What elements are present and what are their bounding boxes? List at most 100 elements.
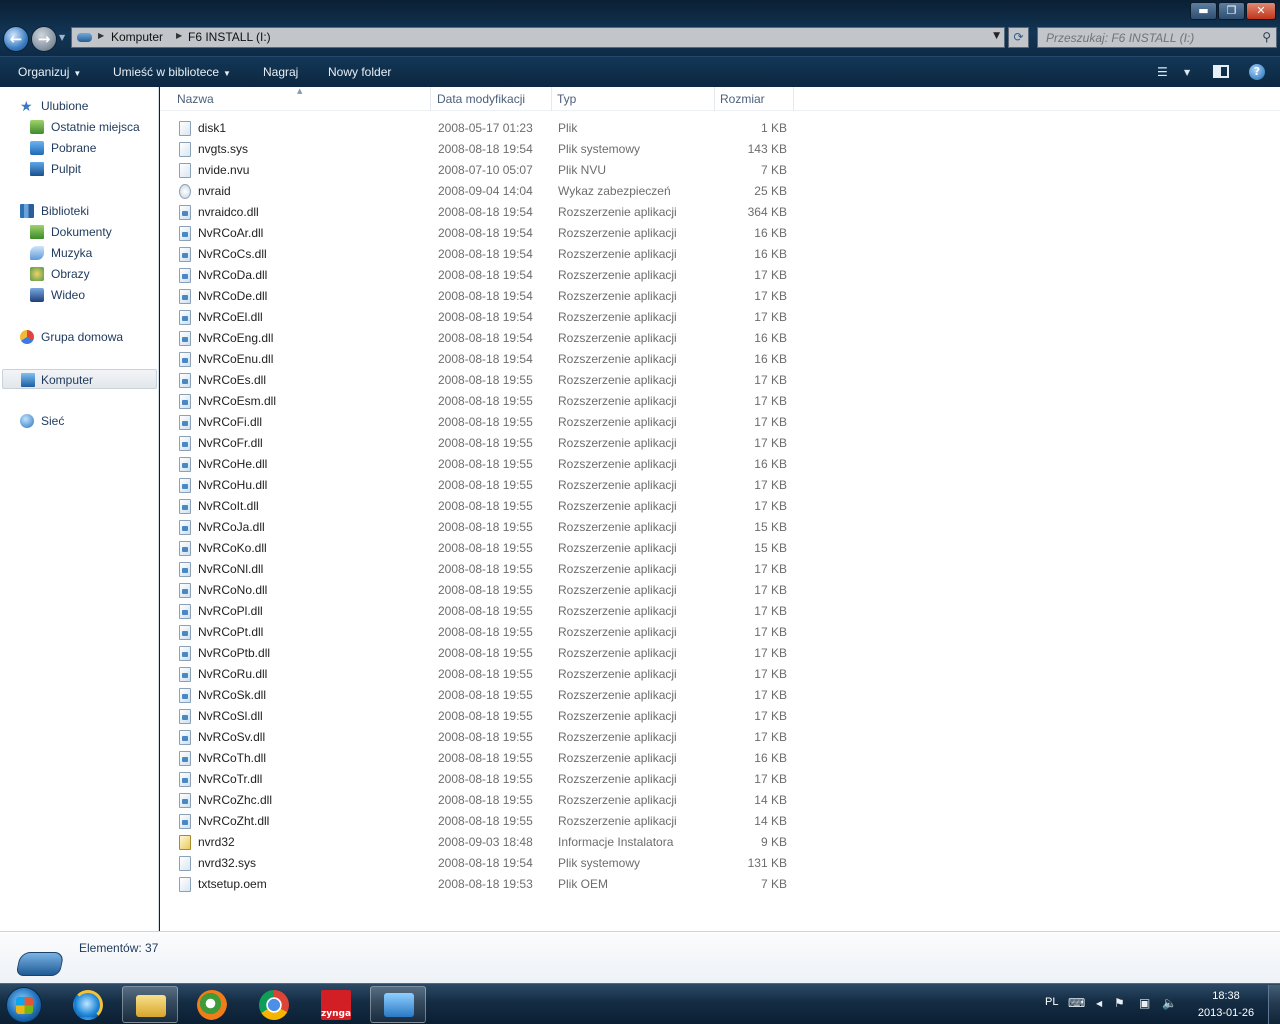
nav-network[interactable]: Sieć: [20, 411, 150, 431]
table-row[interactable]: NvRCoDe.dll 2008-08-18 19:54 Rozszerzenie …: [176, 286, 796, 307]
search-input[interactable]: [1038, 28, 1253, 47]
table-row[interactable]: NvRCoJa.dll 2008-08-18 19:55 Rozszerzenie …: [176, 517, 796, 538]
table-row[interactable]: NvRCoSl.dll 2008-08-18 19:55 Rozszerzenie …: [176, 706, 796, 727]
table-row[interactable]: NvRCoTr.dll 2008-08-18 19:55 Rozszerzenie …: [176, 769, 796, 790]
breadcrumb-computer[interactable]: Komputer: [111, 30, 163, 44]
recent-pages-dropdown-icon[interactable]: ▼: [59, 33, 65, 42]
table-row[interactable]: nvrd32.sys 2008-08-18 19:54 Plik systemowy…: [176, 853, 796, 874]
table-row[interactable]: NvRCoAr.dll 2008-08-18 19:54 Rozszerzenie …: [176, 223, 796, 244]
breadcrumb-separator-icon[interactable]: ▶: [176, 31, 182, 40]
nav-downloads[interactable]: Pobrane: [30, 138, 155, 158]
table-row[interactable]: NvRCoTh.dll 2008-08-18 19:55 Rozszerzenie …: [176, 748, 796, 769]
table-row[interactable]: NvRCoPtb.dll 2008-08-18 19:55 Rozszerzenie…: [176, 643, 796, 664]
table-row[interactable]: NvRCoNl.dll 2008-08-18 19:55 Rozszerzenie …: [176, 559, 796, 580]
language-indicator[interactable]: PL: [1045, 996, 1058, 1008]
column-header-type[interactable]: Typ: [552, 87, 715, 111]
nav-homegroup[interactable]: Grupa domowa: [20, 327, 150, 347]
maximize-button[interactable]: ❐: [1218, 2, 1245, 20]
nav-pictures[interactable]: Obrazy: [30, 264, 155, 284]
table-row[interactable]: NvRCoFr.dll 2008-08-18 19:55 Rozszerzenie …: [176, 433, 796, 454]
table-row[interactable]: NvRCoRu.dll 2008-08-18 19:55 Rozszerzenie …: [176, 664, 796, 685]
taskbar-zynga[interactable]: zynga: [308, 986, 364, 1023]
breadcrumb-drive[interactable]: F6 INSTALL (I:): [188, 30, 271, 44]
table-row[interactable]: NvRCoSk.dll 2008-08-18 19:55 Rozszerzenie …: [176, 685, 796, 706]
column-header-size[interactable]: Rozmiar: [715, 87, 794, 111]
dll-file-icon: [179, 247, 191, 262]
burn-button[interactable]: Nagraj: [263, 65, 298, 79]
table-row[interactable]: NvRCoKo.dll 2008-08-18 19:55 Rozszerzenie …: [176, 538, 796, 559]
refresh-button[interactable]: ⟳: [1008, 27, 1029, 48]
table-row[interactable]: NvRCoNo.dll 2008-08-18 19:55 Rozszerzenie …: [176, 580, 796, 601]
file-size: 25 KB: [754, 184, 787, 198]
clock-time[interactable]: 18:38: [1196, 990, 1256, 1002]
file-name: NvRCoTh.dll: [198, 751, 267, 765]
table-row[interactable]: NvRCoHe.dll 2008-08-18 19:55 Rozszerzenie …: [176, 454, 796, 475]
file-size: 16 KB: [754, 457, 787, 471]
organize-button[interactable]: Organizuj ▼: [18, 65, 81, 79]
taskbar-internet-explorer[interactable]: [60, 986, 116, 1023]
table-row[interactable]: NvRCoEnu.dll 2008-08-18 19:54 Rozszerzenie…: [176, 349, 796, 370]
file-type: Rozszerzenie aplikacji: [558, 436, 677, 450]
table-row[interactable]: nvraidco.dll 2008-08-18 19:54 Rozszerzenie…: [176, 202, 796, 223]
help-icon[interactable]: ?: [1249, 64, 1265, 80]
column-header-date[interactable]: Data modyfikacji: [432, 87, 552, 111]
nav-libraries[interactable]: Biblioteki: [20, 201, 150, 221]
table-row[interactable]: NvRCoSv.dll 2008-08-18 19:55 Rozszerzenie …: [176, 727, 796, 748]
table-row[interactable]: NvRCoEsm.dll 2008-08-18 19:55 Rozszerzenie…: [176, 391, 796, 412]
table-row[interactable]: txtsetup.oem 2008-08-18 19:53 Plik OEM 7 KB: [176, 874, 796, 895]
table-row[interactable]: disk1 2008-05-17 01:23 Plik 1 KB: [176, 118, 796, 139]
refresh-icon: ⟳: [1013, 30, 1024, 44]
nav-recent-places[interactable]: Ostatnie miejsca: [30, 117, 155, 137]
close-button[interactable]: ✕: [1246, 2, 1276, 20]
table-row[interactable]: nvide.nvu 2008-07-10 05:07 Plik NVU 7 KB: [176, 160, 796, 181]
action-center-flag-icon[interactable]: ⚑: [1114, 996, 1125, 1010]
table-row[interactable]: NvRCoFi.dll 2008-08-18 19:55 Rozszerzenie …: [176, 412, 796, 433]
minimize-button[interactable]: ▬: [1190, 2, 1217, 20]
taskbar-media-player[interactable]: [184, 986, 240, 1023]
search-box[interactable]: ⚲: [1037, 27, 1277, 48]
taskbar-control-panel[interactable]: [370, 986, 426, 1023]
address-bar[interactable]: ▶ Komputer ▶ F6 INSTALL (I:) ▼: [71, 27, 1005, 48]
chevron-down-icon[interactable]: ▼: [1184, 68, 1190, 77]
forward-button[interactable]: →: [31, 26, 57, 52]
volume-icon[interactable]: 🔈: [1162, 996, 1177, 1010]
table-row[interactable]: NvRCoIt.dll 2008-08-18 19:55 Rozszerzenie …: [176, 496, 796, 517]
search-icon[interactable]: ⚲: [1262, 30, 1271, 44]
nav-favorites[interactable]: ★ Ulubione: [20, 96, 150, 116]
back-button[interactable]: ←: [3, 26, 29, 52]
table-row[interactable]: nvrd32 2008-09-03 18:48 Informacje Instala…: [176, 832, 796, 853]
preview-pane-icon[interactable]: [1213, 65, 1229, 78]
table-row[interactable]: NvRCoPt.dll 2008-08-18 19:55 Rozszerzenie …: [176, 622, 796, 643]
add-to-library-button[interactable]: Umieść w bibliotece ▼: [113, 65, 231, 79]
taskbar-chrome[interactable]: [246, 986, 302, 1023]
network-status-icon[interactable]: ▣: [1139, 996, 1150, 1010]
new-folder-button[interactable]: Nowy folder: [328, 65, 391, 79]
table-row[interactable]: NvRCoZht.dll 2008-08-18 19:55 Rozszerzenie…: [176, 811, 796, 832]
table-row[interactable]: NvRCoEl.dll 2008-08-18 19:54 Rozszerzenie …: [176, 307, 796, 328]
table-row[interactable]: NvRCoCs.dll 2008-08-18 19:54 Rozszerzenie …: [176, 244, 796, 265]
table-row[interactable]: NvRCoEs.dll 2008-08-18 19:55 Rozszerzenie …: [176, 370, 796, 391]
taskbar-windows-explorer[interactable]: [122, 986, 178, 1023]
nav-documents[interactable]: Dokumenty: [30, 222, 155, 242]
show-desktop-button[interactable]: [1268, 985, 1280, 1024]
nav-computer[interactable]: Komputer: [2, 369, 157, 389]
clock-date[interactable]: 2013-01-26: [1190, 1007, 1262, 1019]
table-row[interactable]: NvRCoDa.dll 2008-08-18 19:54 Rozszerzenie …: [176, 265, 796, 286]
show-hidden-icons-icon[interactable]: ◀: [1096, 999, 1102, 1008]
details-pane: Elementów: 37: [0, 931, 1280, 983]
address-dropdown-icon[interactable]: ▼: [993, 31, 1000, 41]
view-options-icon[interactable]: ☰: [1157, 65, 1168, 79]
table-row[interactable]: NvRCoEng.dll 2008-08-18 19:54 Rozszerzenie…: [176, 328, 796, 349]
table-row[interactable]: NvRCoHu.dll 2008-08-18 19:55 Rozszerzenie …: [176, 475, 796, 496]
breadcrumb-separator-icon[interactable]: ▶: [98, 31, 104, 40]
nav-desktop[interactable]: Pulpit: [30, 159, 155, 179]
keyboard-icon[interactable]: ⌨: [1068, 996, 1085, 1010]
nav-videos[interactable]: Wideo: [30, 285, 155, 305]
table-row[interactable]: NvRCoZhc.dll 2008-08-18 19:55 Rozszerzenie…: [176, 790, 796, 811]
table-row[interactable]: nvgts.sys 2008-08-18 19:54 Plik systemowy 1…: [176, 139, 796, 160]
nav-music[interactable]: Muzyka: [30, 243, 155, 263]
start-button[interactable]: [6, 987, 42, 1023]
table-row[interactable]: nvraid 2008-09-04 14:04 Wykaz zabezpieczeń…: [176, 181, 796, 202]
table-row[interactable]: NvRCoPl.dll 2008-08-18 19:55 Rozszerzenie …: [176, 601, 796, 622]
file-date: 2008-08-18 19:55: [438, 730, 533, 744]
